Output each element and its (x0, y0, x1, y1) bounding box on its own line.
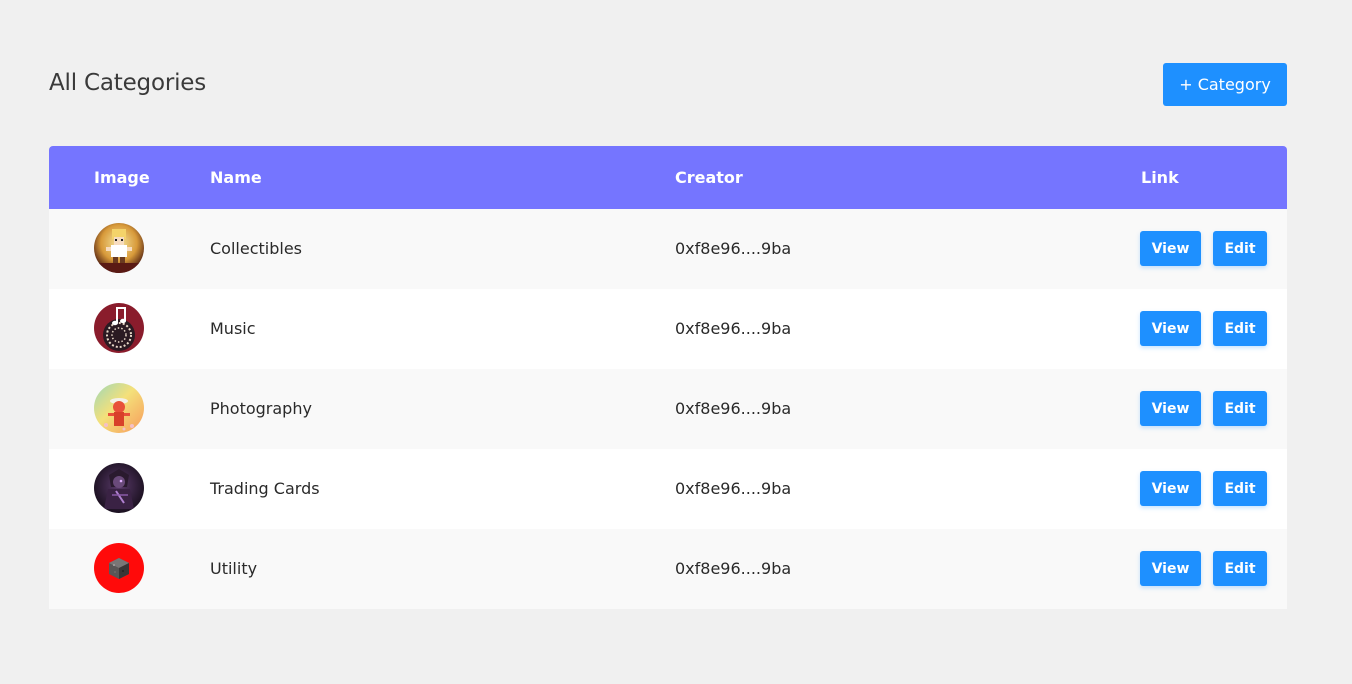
category-name: Collectibles (210, 239, 302, 258)
table-header: Image Name Creator Link (49, 146, 1287, 209)
edit-button[interactable]: Edit (1213, 391, 1267, 426)
view-button[interactable]: View (1140, 551, 1201, 586)
category-creator: 0xf8e96....9ba (675, 239, 792, 258)
page-title: All Categories (49, 70, 206, 96)
column-header-name: Name (210, 168, 262, 187)
edit-button[interactable]: Edit (1213, 311, 1267, 346)
view-button[interactable]: View (1140, 311, 1201, 346)
category-name: Utility (210, 559, 258, 578)
view-button[interactable]: View (1140, 471, 1201, 506)
category-creator: 0xf8e96....9ba (675, 479, 792, 498)
table-row: Photography 0xf8e96....9ba View Edit (49, 369, 1287, 449)
table-row: Utility 0xf8e96....9ba View Edit (49, 529, 1287, 609)
category-image (94, 463, 144, 513)
category-name: Trading Cards (210, 479, 320, 498)
view-button[interactable]: View (1140, 231, 1201, 266)
table-row: Music 0xf8e96....9ba View Edit (49, 289, 1287, 369)
column-header-image: Image (94, 168, 150, 187)
category-creator: 0xf8e96....9ba (675, 319, 792, 338)
category-name: Music (210, 319, 256, 338)
add-category-button[interactable]: + Category (1163, 63, 1287, 106)
table-row: Trading Cards 0xf8e96....9ba View Edit (49, 449, 1287, 529)
category-creator: 0xf8e96....9ba (675, 559, 792, 578)
category-image (94, 303, 144, 353)
category-creator: 0xf8e96....9ba (675, 399, 792, 418)
edit-button[interactable]: Edit (1213, 551, 1267, 586)
column-header-creator: Creator (675, 168, 743, 187)
table-row: Collectibles 0xf8e96....9ba View Edit (49, 209, 1287, 289)
category-name: Photography (210, 399, 312, 418)
edit-button[interactable]: Edit (1213, 471, 1267, 506)
categories-table: Image Name Creator Link Collectibles 0xf… (49, 146, 1287, 609)
categories-page: All Categories + Category Image Name Cre… (0, 0, 1352, 684)
category-image (94, 223, 144, 273)
category-image (94, 543, 144, 593)
edit-button[interactable]: Edit (1213, 231, 1267, 266)
column-header-link: Link (1141, 168, 1179, 187)
category-image (94, 383, 144, 433)
view-button[interactable]: View (1140, 391, 1201, 426)
